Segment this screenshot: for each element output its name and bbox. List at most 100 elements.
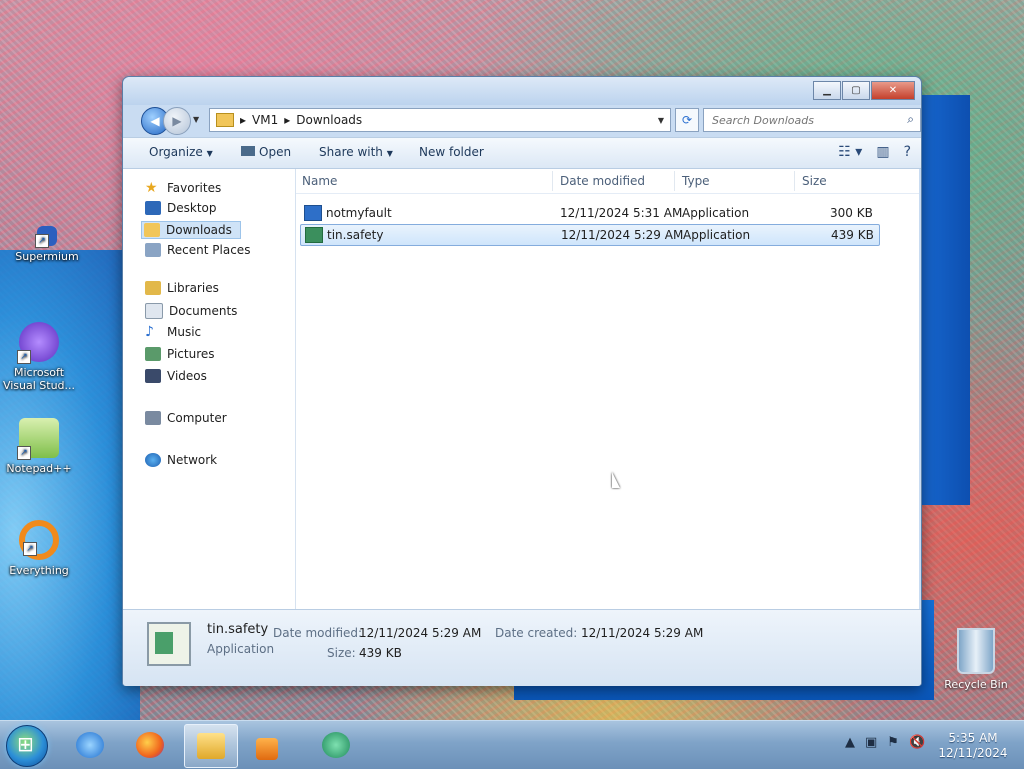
title-bar[interactable]: ▁ ▢ ✕ [123, 77, 921, 105]
organize-button[interactable]: Organize ▼ [149, 145, 213, 159]
address-dropdown-icon[interactable]: ▼ [658, 116, 664, 125]
shortcut-arrow-icon: ↗ [17, 350, 31, 364]
desktop-icon-notepadpp[interactable]: ↗ Notepad++ [0, 418, 82, 475]
recent-places-icon [145, 243, 161, 257]
details-created-label: Date created: [495, 626, 578, 640]
column-header-size[interactable]: Size [802, 174, 827, 188]
action-center-flag-icon[interactable]: ⚑ [887, 735, 899, 750]
nav-videos[interactable]: Videos [145, 369, 207, 383]
file-name: notmyfault [326, 206, 392, 220]
desktop-icon-visual-studio[interactable]: ↗ Microsoft Visual Stud... [0, 322, 82, 392]
taskbar-media-player[interactable] [244, 724, 296, 766]
new-folder-button[interactable]: New folder [419, 145, 484, 159]
nav-label: Desktop [167, 201, 217, 215]
details-size-value: 439 KB [359, 646, 402, 660]
visual-studio-icon: ↗ [17, 322, 59, 364]
taskbar-explorer[interactable] [184, 724, 238, 768]
refresh-button[interactable]: ⟳ [675, 108, 699, 132]
breadcrumb-folder[interactable]: Downloads [296, 113, 362, 127]
explorer-window: ▁ ▢ ✕ ◀ ▶ ▼ ▸ VM1 ▸ Downloads ▼ ⟳ ⌕ Orga… [122, 76, 922, 686]
desktop-icon-supermium[interactable]: ↗ Supermium [4, 226, 90, 263]
file-date: 12/11/2024 5:31 AM [560, 206, 683, 220]
nav-label: Libraries [167, 281, 219, 295]
file-type: Application [682, 206, 750, 220]
minimize-button[interactable]: ▁ [813, 81, 841, 100]
column-header-type[interactable]: Type [682, 174, 710, 188]
preview-pane-icon[interactable]: ▥ [876, 144, 889, 160]
search-box[interactable]: ⌕ [703, 108, 921, 132]
column-header-name[interactable]: Name [302, 174, 337, 188]
open-label: Open [259, 145, 292, 159]
close-button[interactable]: ✕ [871, 81, 915, 100]
details-pane: tin.safety Application Date modified: 12… [123, 609, 921, 686]
desktop-icon-everything[interactable]: ↗ Everything [0, 520, 82, 577]
mouse-cursor-icon [612, 472, 620, 488]
nav-pictures[interactable]: Pictures [145, 347, 215, 361]
videos-icon [145, 369, 161, 383]
shortcut-arrow-icon: ↗ [23, 542, 37, 556]
desktop-icon-label: Everything [9, 564, 69, 577]
column-header-date-modified[interactable]: Date modified [560, 174, 645, 188]
nav-label: Network [167, 453, 218, 467]
search-input[interactable] [710, 109, 894, 131]
everything-icon: ↗ [19, 520, 59, 560]
maximize-button[interactable]: ▢ [842, 81, 870, 100]
start-button[interactable] [6, 725, 48, 767]
nav-favorites[interactable]: ★ Favorites [145, 181, 221, 195]
details-created-value: 12/11/2024 5:29 AM [581, 626, 704, 640]
file-size: 300 KB [830, 206, 873, 220]
desktop-icon-recycle-bin[interactable]: Recycle Bin [936, 628, 1016, 691]
recent-pages-dropdown[interactable]: ▼ [193, 115, 199, 124]
taskbar-internet-explorer[interactable] [64, 724, 116, 766]
nav-label: Videos [167, 369, 207, 383]
breadcrumb-chevron-icon[interactable]: ▸ [240, 113, 246, 127]
nav-network[interactable]: Network [145, 453, 217, 467]
breadcrumb-chevron-icon[interactable]: ▸ [284, 113, 290, 127]
file-size: 439 KB [831, 228, 874, 242]
taskbar-firefox[interactable] [124, 724, 176, 766]
taskbar-app[interactable] [310, 724, 362, 766]
star-icon: ★ [145, 180, 158, 196]
nav-label: Documents [169, 304, 238, 318]
show-hidden-icons-icon[interactable]: ▲ [845, 735, 855, 750]
file-row[interactable]: notmyfault 12/11/2024 5:31 AM Applicatio… [300, 203, 878, 223]
clock[interactable]: 5:35 AM 12/11/2024 [935, 731, 1011, 761]
navigation-pane: ★ Favorites Desktop Downloads Recent Pla… [123, 169, 296, 609]
open-button[interactable]: Open [241, 145, 291, 159]
application-icon [305, 227, 323, 243]
desktop-icon-label: Microsoft Visual Stud... [2, 366, 76, 392]
nav-recent-places[interactable]: Recent Places [145, 243, 250, 257]
shortcut-arrow-icon: ↗ [35, 234, 49, 248]
column-headers: Name Date modified Type Size [296, 169, 919, 194]
file-name: tin.safety [327, 228, 384, 242]
clock-time: 5:35 AM [948, 731, 998, 745]
forward-button[interactable]: ▶ [163, 107, 191, 135]
nav-music[interactable]: ♪ Music [145, 325, 201, 339]
file-list: Name Date modified Type Size notmyfault … [296, 169, 919, 609]
organize-label: Organize [149, 145, 203, 159]
nav-desktop[interactable]: Desktop [145, 201, 217, 215]
address-bar[interactable]: ▸ VM1 ▸ Downloads ▼ [209, 108, 671, 132]
nav-documents[interactable]: Documents [145, 303, 237, 319]
nav-label: Downloads [166, 223, 232, 237]
change-view-icon[interactable]: ☷ ▾ [838, 144, 862, 160]
share-with-label: Share with [319, 145, 383, 159]
network-tray-icon[interactable]: ▣ [865, 735, 877, 750]
nav-downloads[interactable]: Downloads [141, 221, 241, 239]
chevron-down-icon: ▼ [206, 149, 213, 158]
share-with-button[interactable]: Share with ▼ [319, 145, 393, 159]
file-row[interactable]: tin.safety 12/11/2024 5:29 AM Applicatio… [300, 224, 880, 246]
details-modified-value: 12/11/2024 5:29 AM [359, 626, 482, 640]
nav-libraries[interactable]: Libraries [145, 281, 219, 295]
taskbar: ▲ ▣ ⚑ 🔇 5:35 AM 12/11/2024 [0, 720, 1024, 769]
supermium-icon: ↗ [35, 226, 57, 248]
folder-icon [216, 113, 234, 127]
recycle-bin-icon [957, 628, 995, 674]
desktop-icon [145, 201, 161, 215]
details-modified-label: Date modified: [273, 626, 363, 640]
breadcrumb-root[interactable]: VM1 [252, 113, 278, 127]
nav-computer[interactable]: Computer [145, 411, 227, 425]
search-icon[interactable]: ⌕ [907, 112, 914, 127]
volume-muted-icon[interactable]: 🔇 [909, 735, 925, 750]
help-icon[interactable]: ? [904, 144, 911, 160]
